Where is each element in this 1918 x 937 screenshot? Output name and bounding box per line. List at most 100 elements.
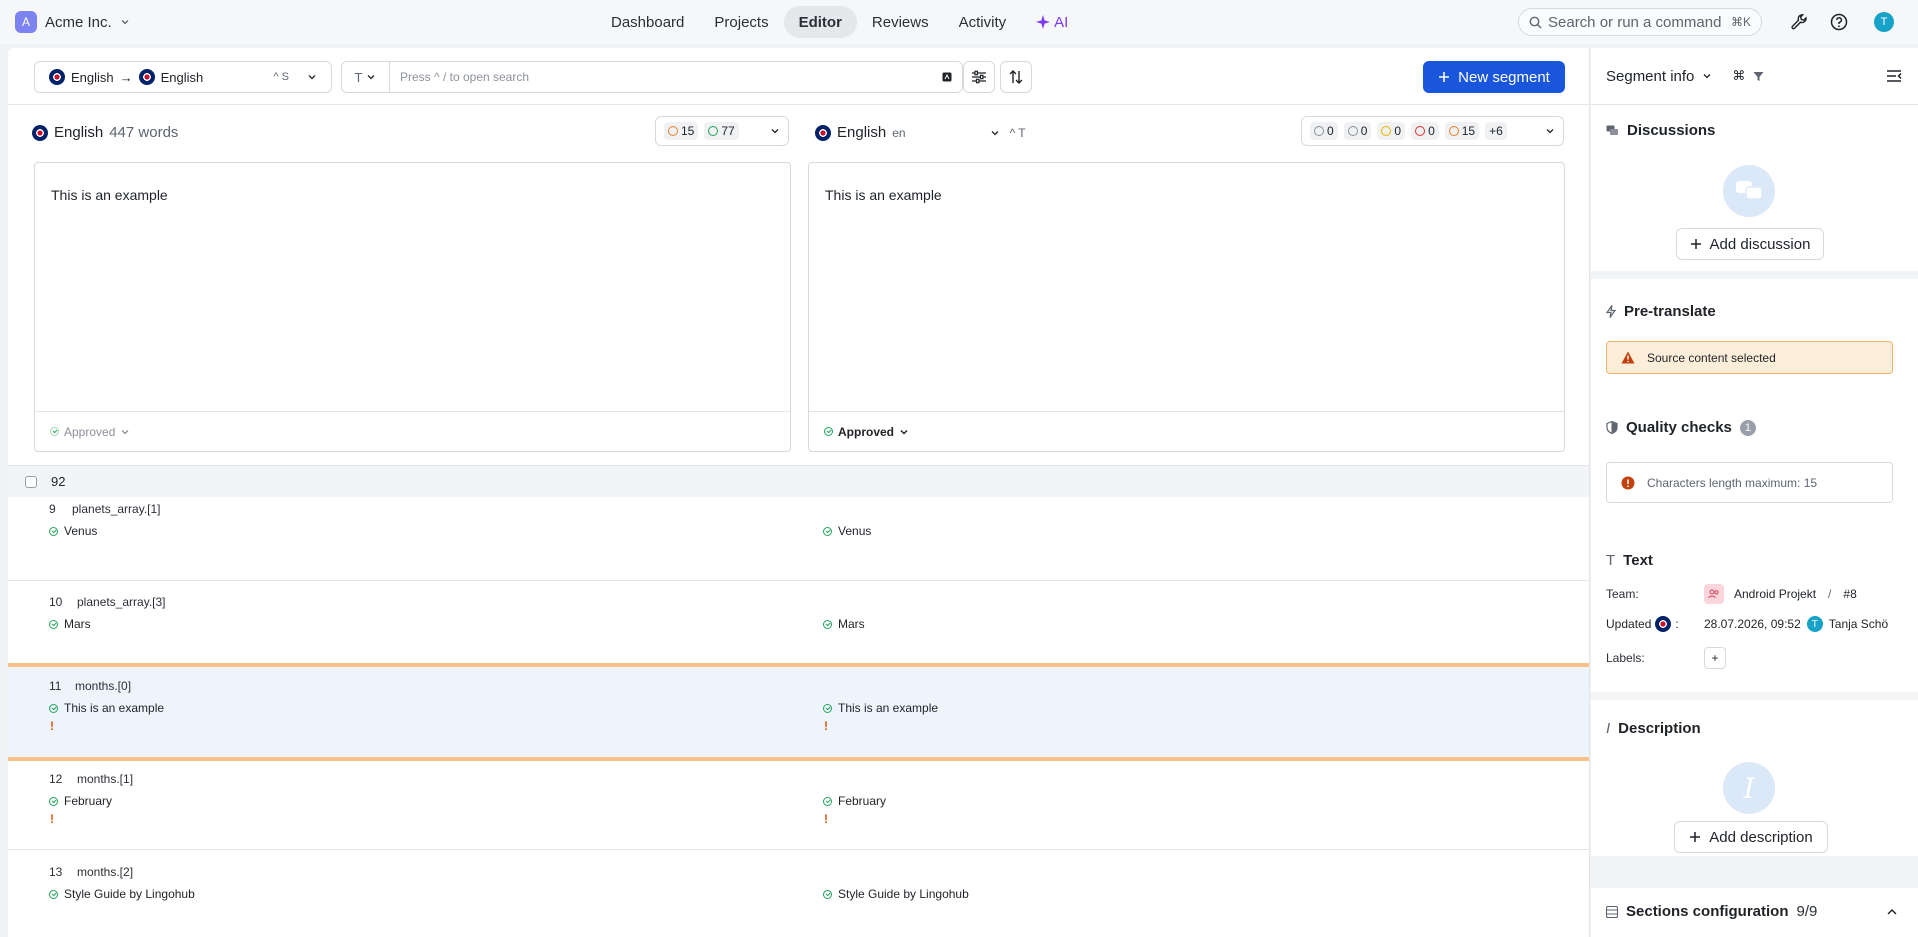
stat-review: 0 xyxy=(1377,122,1406,140)
circle-icon xyxy=(1347,126,1358,136)
user-avatar[interactable]: T xyxy=(1874,12,1894,32)
target-editor[interactable]: This is an example Approved xyxy=(808,162,1565,452)
stat-count: 0 xyxy=(1327,124,1334,138)
row-target-text: Style Guide by Lingohub xyxy=(838,887,969,901)
sections-config-section[interactable]: Sections configuration 9/9 xyxy=(1591,888,1918,937)
source-word-count: 447 words xyxy=(109,124,179,141)
row-target: Mars xyxy=(823,617,865,631)
wrench-icon[interactable] xyxy=(1789,12,1809,32)
segment-info-panel: Segment info ⌘ Discussions Add discussio… xyxy=(1591,48,1918,937)
segment-info-title[interactable]: Segment info xyxy=(1606,68,1694,85)
source-status-select[interactable]: Approved xyxy=(35,411,790,451)
lightning-icon xyxy=(1606,305,1616,318)
source-editor[interactable]: This is an example Approved xyxy=(34,162,791,452)
nav-ai[interactable]: AI xyxy=(1021,6,1083,38)
table-row[interactable]: 12 months.[1] February February ! ! xyxy=(8,761,1589,850)
stat-count: 0 xyxy=(1428,124,1435,138)
sort-button[interactable] xyxy=(1000,61,1032,93)
row-target-text: Mars xyxy=(838,617,865,631)
source-language: English xyxy=(71,69,114,85)
keyboard-icon[interactable] xyxy=(932,70,962,85)
pretranslate-alert-text: Source content selected xyxy=(1647,350,1776,365)
chevron-down-icon[interactable] xyxy=(1702,71,1712,81)
help-icon[interactable] xyxy=(1829,12,1849,32)
chevron-up-icon[interactable] xyxy=(1886,907,1898,917)
plus-icon xyxy=(1690,832,1701,842)
table-row-selected[interactable]: 11 months.[0] This is an example This is… xyxy=(8,663,1589,761)
text-title: T Text xyxy=(1606,552,1653,569)
source-pane-title: English 447 words xyxy=(32,124,178,141)
stat-count: 0 xyxy=(1360,124,1368,138)
avatar: T xyxy=(1806,616,1823,632)
warning-triangle-icon xyxy=(1621,351,1635,364)
row-target: Venus xyxy=(823,524,871,538)
pretranslate-title: Pre-translate xyxy=(1606,303,1716,320)
nav-editor[interactable]: Editor xyxy=(783,6,857,38)
search-input[interactable]: Press ^ / to open search xyxy=(390,70,932,84)
check-circle-icon xyxy=(49,889,58,899)
select-all-checkbox[interactable] xyxy=(25,475,37,488)
add-description-button[interactable]: Add description xyxy=(1674,821,1828,853)
circle-slash-icon xyxy=(1448,126,1459,136)
source-text: This is an example xyxy=(51,187,168,203)
updated-user: Tanja Schö xyxy=(1828,617,1889,631)
row-target: This is an example xyxy=(823,701,938,715)
filter-settings-button[interactable] xyxy=(963,61,995,93)
nav-activity[interactable]: Activity xyxy=(944,6,1022,38)
check-circle-icon xyxy=(49,526,58,536)
warning-icon: ! xyxy=(824,812,828,826)
quality-check-item[interactable]: Characters length maximum: 15 xyxy=(1606,462,1893,503)
new-segment-label: New segment xyxy=(1458,68,1550,86)
table-row[interactable]: 13 months.[2] Style Guide by Lingohub St… xyxy=(8,850,1589,937)
description-section: I Description I Add description xyxy=(1591,700,1918,856)
table-row[interactable]: 9 planets_array.[1] Venus Venus xyxy=(8,497,1589,581)
pretranslate-alert: Source content selected xyxy=(1606,341,1893,374)
team-id[interactable]: #8 xyxy=(1843,587,1856,601)
nav-projects[interactable]: Projects xyxy=(699,6,783,38)
nav-dashboard[interactable]: Dashboard xyxy=(596,6,699,38)
segment-search: T Press ^ / to open search xyxy=(341,61,963,93)
stat-more: +6 xyxy=(1485,122,1507,140)
row-source-text: February xyxy=(64,794,113,808)
collapse-panel-icon[interactable] xyxy=(1886,68,1902,84)
row-index: 13 xyxy=(49,865,63,879)
cmd-shortcut-icon: ⌘ xyxy=(1732,68,1746,83)
check-circle-icon xyxy=(823,889,832,899)
add-label-button[interactable]: + xyxy=(1704,647,1726,669)
source-stats-select[interactable]: 15 77 xyxy=(655,116,789,146)
row-index: 9 xyxy=(49,502,56,516)
description-label: Description xyxy=(1618,720,1701,737)
chevron-down-icon xyxy=(991,130,999,135)
add-discussion-button[interactable]: Add discussion xyxy=(1676,228,1824,260)
command-search[interactable]: Search or run a command ⌘K xyxy=(1518,8,1762,36)
source-stat-translated: 15 xyxy=(664,122,699,140)
row-index: 12 xyxy=(49,772,63,786)
search-type-select[interactable]: T xyxy=(342,62,390,92)
nav-reviews[interactable]: Reviews xyxy=(857,6,944,38)
table-row[interactable]: 10 planets_array.[3] Mars Mars xyxy=(8,581,1589,669)
row-target: Style Guide by Lingohub xyxy=(823,887,969,901)
filter-icon[interactable] xyxy=(1753,71,1764,82)
labels-label: Labels: xyxy=(1606,651,1645,665)
updated-label: Updated : xyxy=(1606,616,1698,632)
row-source: This is an example xyxy=(49,701,164,715)
chevron-down-icon xyxy=(900,429,908,435)
uk-flag-icon xyxy=(815,124,831,141)
uk-flag-icon xyxy=(1655,616,1672,632)
row-index: 10 xyxy=(49,595,63,609)
org-avatar: A xyxy=(15,11,37,33)
text-section: T Text Team: Android Projekt / #8 Update… xyxy=(1591,527,1918,692)
row-key: planets_array.[1] xyxy=(72,502,161,516)
source-stat-approved: 77 xyxy=(704,122,739,140)
stat-count: 0 xyxy=(1394,124,1402,138)
target-status-select[interactable]: Approved xyxy=(809,411,1564,451)
team-name[interactable]: Android Projekt xyxy=(1734,587,1816,601)
language-pair-select[interactable]: English → English ^ S xyxy=(34,61,332,93)
org-switcher[interactable]: A Acme Inc. xyxy=(15,11,130,33)
target-language-shortcut: ^ T xyxy=(1009,125,1026,140)
chat-bubbles-icon xyxy=(1723,165,1775,217)
target-stats-select[interactable]: 0 0 0 0 15 +6 xyxy=(1301,116,1564,146)
new-segment-button[interactable]: New segment xyxy=(1423,61,1565,93)
uk-flag-icon xyxy=(49,69,65,85)
target-pane-title[interactable]: English en ^ T xyxy=(815,124,1026,141)
